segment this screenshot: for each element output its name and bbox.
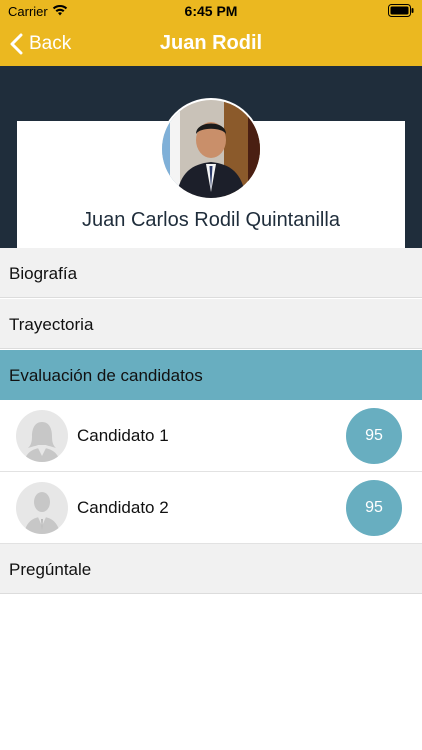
top-bar: Carrier 6:45 PM Back Juan Rodil <box>0 0 422 66</box>
nav-title: Juan Rodil <box>159 32 263 54</box>
navigation-bar: Back Juan Rodil <box>0 22 422 66</box>
score-badge: 95 <box>346 480 402 536</box>
candidate-name: Candidato 2 <box>77 498 169 517</box>
section-trayectoria[interactable]: Trayectoria <box>0 299 422 349</box>
profile-name: Juan Carlos Rodil Quintanilla <box>82 209 340 231</box>
section-label: Evaluación de candidatos <box>9 366 203 385</box>
score-badge: 95 <box>346 408 402 464</box>
section-biografia[interactable]: Biografía <box>0 248 422 298</box>
candidate-name: Candidato 1 <box>77 426 169 445</box>
battery-icon <box>388 4 414 17</box>
section-evaluacion[interactable]: Evaluación de candidatos <box>0 350 422 400</box>
female-silhouette-icon <box>16 410 68 462</box>
section-preguntale[interactable]: Pregúntale <box>0 544 422 594</box>
status-bar: Carrier 6:45 PM <box>0 0 422 22</box>
candidate-row[interactable]: Candidato 1 95 <box>0 400 422 472</box>
male-silhouette-icon <box>16 482 68 534</box>
candidate-row[interactable]: Candidato 2 95 <box>0 472 422 544</box>
clock: 6:45 PM <box>184 3 238 19</box>
section-label: Trayectoria <box>9 315 94 334</box>
profile-photo <box>162 100 260 198</box>
section-label: Pregúntale <box>9 560 92 579</box>
section-label: Biografía <box>9 264 78 283</box>
profile-avatar <box>160 98 262 200</box>
